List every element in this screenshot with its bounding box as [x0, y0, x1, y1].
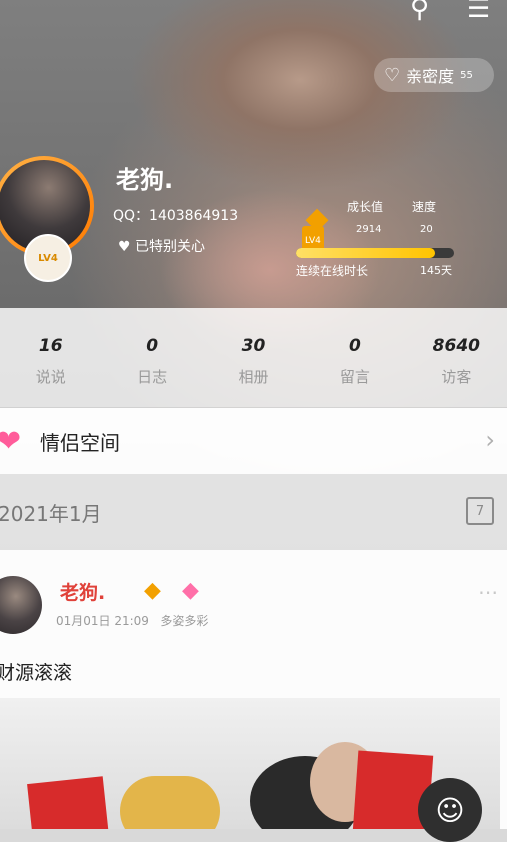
couple-space-row[interactable]: ❤ 情侣空间 › [0, 408, 507, 474]
ghost-fab-icon[interactable]: ☺ [418, 778, 482, 842]
post-time: 01月01日 21:09 [56, 614, 149, 628]
special-care[interactable]: ♥ 已特别关心 [118, 236, 205, 256]
stat-number: 16 [38, 336, 63, 356]
month-header: 2021年1月 [0, 474, 507, 550]
intimacy-badge[interactable]: ♡ 亲密度 55 [374, 58, 494, 92]
heart-outline-icon: ♡ [384, 64, 401, 86]
level-badge[interactable]: LV4 [24, 234, 72, 282]
stat-albums[interactable]: 30 相册 [203, 308, 304, 406]
stat-label: 相册 [238, 368, 269, 386]
stat-messages[interactable]: 0 留言 [304, 308, 405, 406]
post-meta: 01月01日 21:09 多姿多彩 [56, 612, 208, 629]
couple-space-label: 情侣空间 [40, 430, 120, 455]
stat-label: 日志 [137, 368, 168, 386]
intimacy-value: 55 [460, 69, 473, 81]
growth-value: 2914 [356, 224, 382, 235]
red-couplet-image [27, 776, 109, 829]
level-badge-text: LV4 [38, 252, 58, 264]
stat-number: 30 [241, 336, 266, 356]
online-days: 145天 [420, 264, 452, 277]
stat-number: 0 [146, 336, 159, 356]
speed-value: 20 [420, 224, 433, 235]
chevron-right-icon: › [485, 426, 495, 454]
growth-progress-bar [296, 248, 454, 258]
fish-costume-image [120, 776, 220, 829]
calendar-day: 7 [475, 504, 485, 519]
pink-heart-icon: ❤ [0, 423, 22, 459]
stat-visitors[interactable]: 8640 访客 [406, 308, 507, 406]
growth-progress-fill [296, 248, 436, 258]
post-text: 财源滚滚 [0, 662, 73, 684]
profile-qq: QQ：1403864913 [113, 208, 239, 224]
search-icon[interactable]: ⚲ [410, 0, 429, 24]
heart-icon: ♥ [118, 239, 131, 255]
stat-label: 访客 [441, 368, 472, 386]
stat-number: 0 [349, 336, 361, 356]
special-care-label: 已特别关心 [135, 239, 206, 255]
menu-icon[interactable]: ☰ [467, 0, 490, 24]
month-label: 2021年1月 [0, 502, 102, 526]
calendar-icon[interactable]: 7 [466, 497, 494, 525]
stat-label: 留言 [339, 368, 370, 386]
stat-blog[interactable]: 0 日志 [101, 308, 202, 406]
more-icon[interactable]: ⋯ [478, 580, 498, 604]
stat-number: 8640 [432, 336, 480, 356]
stat-posts[interactable]: 16 说说 [0, 308, 101, 406]
profile-name: 老狗. [116, 166, 174, 194]
stat-label: 说说 [35, 368, 66, 386]
stats-row: 16 说说 0 日志 30 相册 0 留言 8640 访客 [0, 308, 507, 406]
pink-diamond-icon[interactable]: ◆ [182, 578, 199, 603]
speed-label: 速度 [412, 200, 437, 214]
post-author-name[interactable]: 老狗. [60, 578, 105, 605]
intimacy-label: 亲密度 [406, 67, 455, 86]
online-label: 连续在线时长 [296, 264, 369, 278]
vip-diamond-icon[interactable]: ◆ [144, 578, 161, 603]
vip-diamond-icon[interactable]: ◆ LV4 [298, 204, 336, 256]
growth-label: 成长值 [347, 200, 384, 214]
post-device: 多姿多彩 [160, 614, 209, 628]
